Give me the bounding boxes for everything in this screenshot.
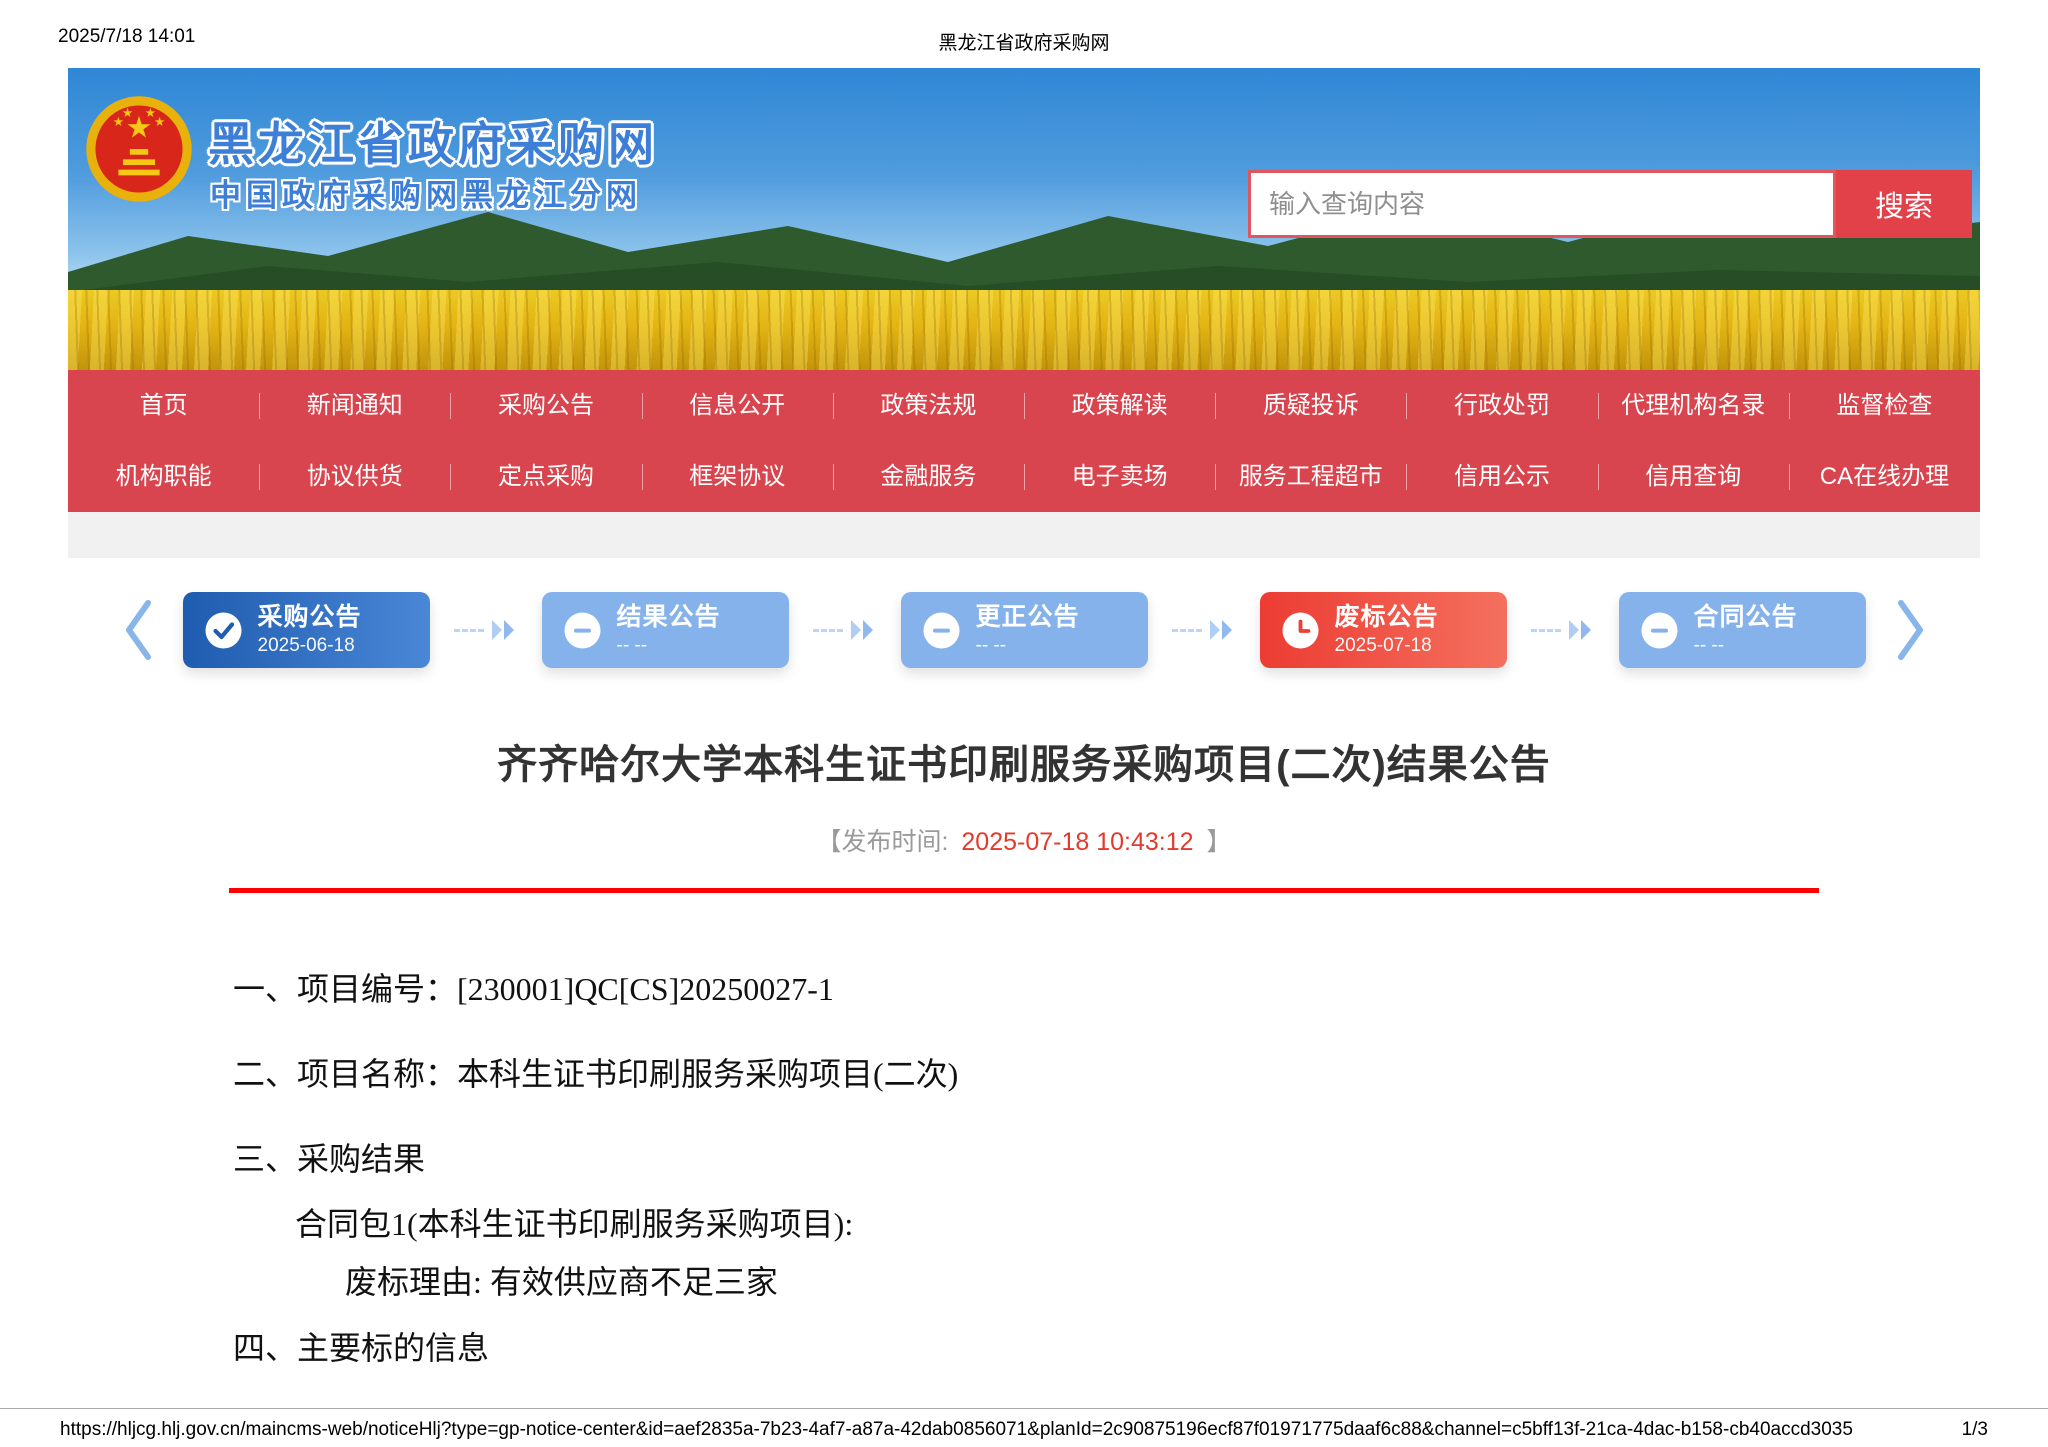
- step-label: 采购公告: [257, 603, 362, 632]
- nav-item-信用查询[interactable]: 信用查询: [1598, 441, 1789, 512]
- publish-label: 【发布时间:: [816, 828, 956, 856]
- nav-item-首页[interactable]: 首页: [68, 370, 259, 441]
- step-date: -- --: [616, 634, 648, 656]
- stepper-steps: 采购公告 2025-06-18 结果公告 -- -- 更正公告 -- -- 废标公告 2025…: [182, 592, 1866, 668]
- svg-text:★: ★: [145, 106, 156, 120]
- publish-time-line: 【发布时间: 2025-07-18 10:43:12 】: [0, 822, 2048, 858]
- page: 2025/7/18 14:01 黑龙江省政府采购网 ★ ★ ★ ★ ★ 黑龙江省…: [0, 0, 2048, 1447]
- print-footer: https://hljcg.hlj.gov.cn/maincms-web/not…: [0, 1408, 2048, 1441]
- step-label: 废标公告: [1334, 603, 1439, 632]
- nav-item-信用公示[interactable]: 信用公示: [1406, 441, 1597, 512]
- print-page-title: 黑龙江省政府采购网: [938, 33, 1110, 54]
- nav-item-信息公开[interactable]: 信息公开: [642, 370, 833, 441]
- step-date: -- --: [975, 634, 1007, 656]
- article-body: 一、项目编号：[230001]QC[CS]20250027-1 二、项目名称：本科…: [233, 969, 1948, 1368]
- nav-item-协议供货[interactable]: 协议供货: [259, 441, 450, 512]
- nav-item-机构职能[interactable]: 机构职能: [68, 441, 259, 512]
- nav-item-监督检查[interactable]: 监督检查: [1789, 370, 1980, 441]
- stepper-prev-button[interactable]: [123, 599, 153, 661]
- search-button[interactable]: 搜索: [1836, 170, 1972, 238]
- search-bar: 搜索: [1248, 170, 1972, 238]
- stepper-step-1[interactable]: 采购公告 2025-06-18: [182, 592, 430, 668]
- stepper-next-button[interactable]: [1896, 599, 1926, 661]
- nav-item-质疑投诉[interactable]: 质疑投诉: [1215, 370, 1406, 441]
- stepper-step-2[interactable]: 结果公告 -- --: [541, 592, 789, 668]
- nav-bottom-strip: [68, 512, 1980, 558]
- stepper-step-4[interactable]: 废标公告 2025-07-18: [1259, 592, 1507, 668]
- check-icon: [205, 612, 242, 649]
- step-label: 合同公告: [1693, 603, 1798, 632]
- nav-item-服务工程超市[interactable]: 服务工程超市: [1215, 441, 1406, 512]
- site-banner: ★ ★ ★ ★ ★ 黑龙江省政府采购网 中国政府采购网黑龙江分网 搜索: [68, 68, 1980, 370]
- national-emblem-logo: ★ ★ ★ ★ ★: [84, 94, 194, 204]
- stepper-step-3[interactable]: 更正公告 -- --: [900, 592, 1148, 668]
- step-label: 结果公告: [616, 603, 721, 632]
- nav-row-2: 机构职能 协议供货 定点采购 框架协议 金融服务 电子卖场 服务工程超市 信用公示 信用查询 CA…: [68, 441, 1980, 512]
- step-arrow-icon: [1148, 619, 1260, 641]
- article-paragraph: 合同包1(本科生证书印刷服务采购项目):: [295, 1206, 854, 1242]
- article-paragraph: 二、项目名称：本科生证书印刷服务采购项目(二次): [233, 1056, 959, 1092]
- nav-item-金融服务[interactable]: 金融服务: [833, 441, 1024, 512]
- article: 齐齐哈尔大学本科生证书印刷服务采购项目(二次)结果公告 【发布时间: 2025-…: [0, 732, 2048, 1368]
- notice-timeline-stepper: 采购公告 2025-06-18 结果公告 -- -- 更正公告 -- -- 废标公告 2025…: [0, 592, 2048, 668]
- step-date: 2025-06-18: [257, 634, 355, 656]
- stepper-step-5[interactable]: 合同公告 -- --: [1618, 592, 1866, 668]
- nav-item-新闻通知[interactable]: 新闻通知: [259, 370, 450, 441]
- site-title: 黑龙江省政府采购网: [208, 118, 658, 170]
- print-page-number: 1/3: [1961, 1419, 1988, 1440]
- step-arrow-icon: [789, 619, 901, 641]
- article-paragraph: 废标理由: 有效供应商不足三家: [345, 1264, 778, 1300]
- nav-item-采购公告[interactable]: 采购公告: [450, 370, 641, 441]
- publish-time: 2025-07-18 10:43:12: [961, 828, 1194, 856]
- red-divider: [229, 888, 1819, 893]
- nav-item-政策法规[interactable]: 政策法规: [833, 370, 1024, 441]
- article-title: 齐齐哈尔大学本科生证书印刷服务采购项目(二次)结果公告: [497, 743, 1551, 787]
- svg-text:★: ★: [122, 106, 133, 120]
- nav-item-政策解读[interactable]: 政策解读: [1024, 370, 1215, 441]
- nav-item-定点采购[interactable]: 定点采购: [450, 441, 641, 512]
- nav-item-电子卖场[interactable]: 电子卖场: [1024, 441, 1215, 512]
- nav-item-CA在线办理[interactable]: CA在线办理: [1789, 441, 1980, 512]
- step-date: 2025-07-18: [1334, 634, 1432, 656]
- step-label: 更正公告: [975, 603, 1080, 632]
- minus-icon: [564, 612, 601, 649]
- print-header: 2025/7/18 14:01 黑龙江省政府采购网: [0, 0, 2048, 60]
- step-date: -- --: [1693, 634, 1725, 656]
- nav-row-1: 首页 新闻通知 采购公告 信息公开 政策法规 政策解读 质疑投诉 行政处罚 代理机构名录 监督检查: [68, 370, 1980, 441]
- search-input[interactable]: [1248, 170, 1836, 238]
- minus-icon: [1641, 612, 1678, 649]
- article-paragraph: 三、采购结果: [233, 1141, 426, 1177]
- print-url: https://hljcg.hlj.gov.cn/maincms-web/not…: [60, 1419, 1853, 1440]
- nav-item-行政处罚[interactable]: 行政处罚: [1406, 370, 1597, 441]
- site-subtitle: 中国政府采购网黑龙江分网: [210, 178, 642, 213]
- clock-icon: [1282, 612, 1319, 649]
- nav-item-框架协议[interactable]: 框架协议: [642, 441, 833, 512]
- article-paragraph: 一、项目编号：[230001]QC[CS]20250027-1: [233, 971, 834, 1007]
- article-paragraph: 四、主要标的信息: [233, 1330, 490, 1366]
- main-navigation: 首页 新闻通知 采购公告 信息公开 政策法规 政策解读 质疑投诉 行政处罚 代理机构名录 监督检查…: [68, 370, 1980, 512]
- publish-label-suffix: 】: [1199, 828, 1232, 856]
- step-arrow-icon: [1507, 619, 1619, 641]
- banner-golden-field: [68, 290, 1980, 370]
- minus-icon: [923, 612, 960, 649]
- nav-item-代理机构名录[interactable]: 代理机构名录: [1598, 370, 1789, 441]
- step-arrow-icon: [430, 619, 542, 641]
